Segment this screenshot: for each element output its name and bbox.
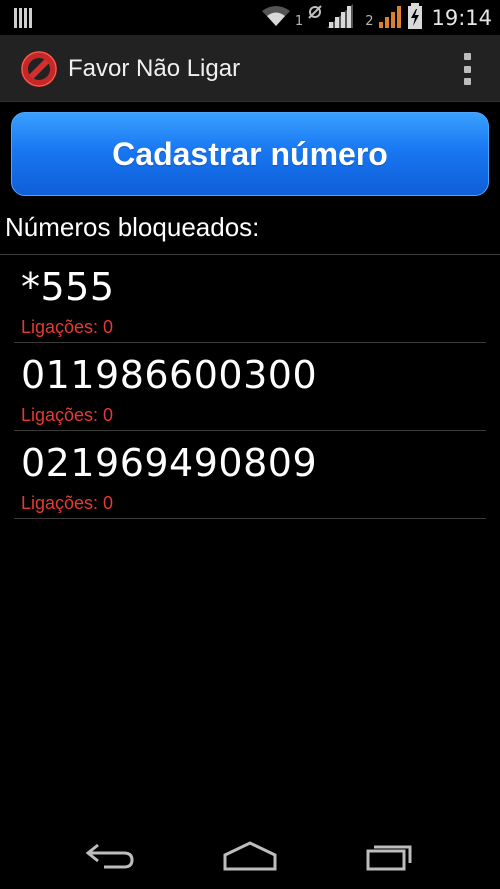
app-title: Favor Não Ligar <box>68 55 241 82</box>
blocked-number: 021969490809 <box>21 441 318 485</box>
overflow-menu-icon[interactable] <box>462 53 472 85</box>
sim2-label: 2 <box>365 13 374 29</box>
status-bar: 1 2 19:14 <box>0 0 500 35</box>
recent-apps-icon[interactable] <box>364 839 424 873</box>
signal-icon <box>327 3 354 33</box>
list-item[interactable]: 011986600300 Ligações: 0 <box>14 343 486 431</box>
no-entry-icon <box>20 50 58 88</box>
home-icon[interactable] <box>222 839 282 873</box>
blocked-numbers-heading: Números bloqueados: <box>5 212 260 242</box>
wifi-icon <box>261 5 291 32</box>
blocked-numbers-list: *555 Ligações: 0 011986600300 Ligações: … <box>14 255 486 519</box>
notification-icon <box>14 8 34 33</box>
register-number-button[interactable]: Cadastrar número <box>11 112 489 196</box>
battery-charging-icon <box>407 2 423 34</box>
navigation-bar <box>0 821 500 889</box>
signal-icon <box>377 4 403 33</box>
back-icon[interactable] <box>84 839 144 873</box>
call-count: Ligações: 0 <box>21 493 114 513</box>
sync-icon <box>307 4 323 32</box>
list-item[interactable]: 021969490809 Ligações: 0 <box>14 431 486 519</box>
blocked-number: *555 <box>21 265 115 309</box>
sim1-label: 1 <box>294 13 304 29</box>
clock: 19:14 <box>431 6 492 30</box>
action-bar: Favor Não Ligar <box>0 35 500 102</box>
list-item[interactable]: *555 Ligações: 0 <box>14 255 486 343</box>
blocked-number: 011986600300 <box>21 353 318 397</box>
call-count: Ligações: 0 <box>21 405 114 425</box>
call-count: Ligações: 0 <box>21 317 114 337</box>
